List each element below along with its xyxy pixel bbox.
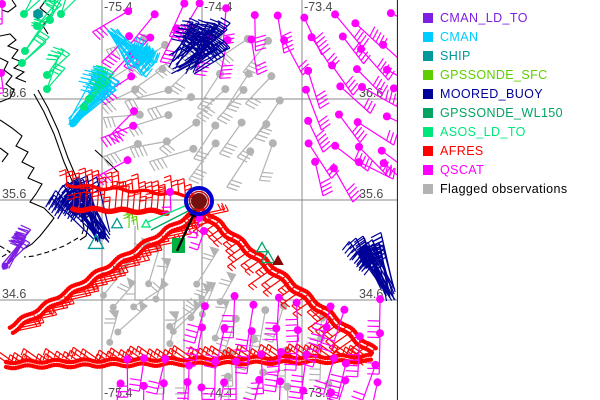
legend-item-cman: CMAN <box>423 27 598 46</box>
storm-center-marker <box>186 188 212 214</box>
legend-item-cman-ld-to: CMAN_LD_TO <box>423 8 598 27</box>
legend-swatch-gpssonde-sfc <box>423 70 433 80</box>
legend-swatch-ship <box>423 51 433 61</box>
legend-item-qscat: QSCAT <box>423 160 598 179</box>
legend-label-qscat: QSCAT <box>440 163 484 177</box>
legend-label-asos-ld-to: ASOS_LD_TO <box>440 125 526 139</box>
ship-marker <box>33 9 43 20</box>
legend-swatch-gpssonde-wl150 <box>423 108 433 118</box>
legend-swatch-moored-buoy <box>423 89 433 99</box>
legend-swatch-flagged <box>423 184 433 194</box>
legend-item-moored-buoy: MOORED_BUOY <box>423 84 598 103</box>
legend-item-ship: SHIP <box>423 46 598 65</box>
observation-map: -75.4-75.4-74.4-74.4-73.4-73.436.636.635… <box>0 0 398 400</box>
obs-plot-window: -75.4-75.4-74.4-74.4-73.4-73.436.636.635… <box>0 0 600 400</box>
grid-label: 36.6 <box>2 86 26 100</box>
legend: CMAN_LD_TO CMAN SHIP GPSSONDE_SFC MOORED_BUO… <box>423 8 598 198</box>
legend-label-flagged: Flagged observations <box>440 182 568 196</box>
legend-label-gpssonde-wl150: GPSSONDE_WL150 <box>440 106 563 120</box>
grid-label: 34.6 <box>2 287 26 301</box>
legend-swatch-cman-ld-to <box>423 13 433 23</box>
legend-label-cman: CMAN <box>440 30 478 44</box>
grid-label: 35.6 <box>359 187 383 201</box>
legend-label-afres: AFRES <box>440 144 484 158</box>
legend-item-asos-ld-to: ASOS_LD_TO <box>423 122 598 141</box>
grid-label: -73.4 <box>304 0 333 14</box>
legend-label-ship: SHIP <box>440 49 471 63</box>
legend-swatch-afres <box>423 146 433 156</box>
legend-label-moored-buoy: MOORED_BUOY <box>440 87 543 101</box>
flagged-pennant-cluster <box>100 237 236 347</box>
legend-label-cman-ld-to: CMAN_LD_TO <box>440 11 528 25</box>
legend-item-gpssonde-sfc: GPSSONDE_SFC <box>423 65 598 84</box>
legend-label-gpssonde-sfc: GPSSONDE_SFC <box>440 68 548 82</box>
legend-swatch-asos-ld-to <box>423 127 433 137</box>
legend-swatch-qscat <box>423 165 433 175</box>
legend-item-flagged: Flagged observations <box>423 179 598 198</box>
qscat-top-field <box>93 0 399 202</box>
legend-swatch-cman <box>423 32 433 42</box>
legend-item-afres: AFRES <box>423 141 598 160</box>
grid-label: 35.6 <box>2 187 26 201</box>
legend-item-gpssonde-wl150: GPSSONDE_WL150 <box>423 103 598 122</box>
